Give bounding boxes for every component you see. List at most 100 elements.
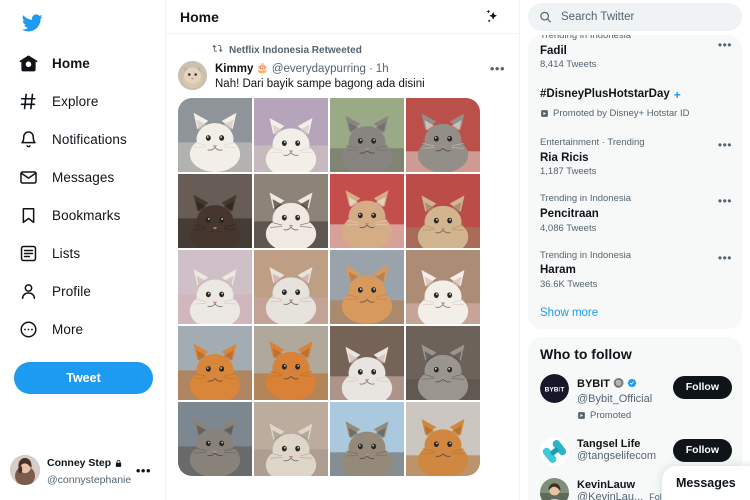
account-name: Tangsel Life (577, 437, 641, 450)
avatar[interactable] (540, 436, 569, 466)
trend-item[interactable]: ••• Trending in Indonesia Haram 36.6K Tw… (528, 243, 742, 299)
trend-name: Haram (540, 264, 576, 277)
more-dots-icon[interactable]: ••• (718, 38, 732, 52)
follow-button[interactable]: Follow (672, 438, 732, 462)
home-icon (18, 53, 38, 73)
tweet-button[interactable]: Tweet (14, 362, 153, 394)
sidebar-item-label: Notifications (52, 131, 127, 147)
photo-thumbnail[interactable] (254, 249, 328, 324)
photo-thumbnail[interactable] (178, 249, 252, 324)
photo-thumbnail[interactable] (406, 325, 480, 400)
messages-dock-label: Messages (676, 476, 736, 490)
photo-thumbnail[interactable] (330, 249, 404, 324)
twitter-bird-icon[interactable] (10, 4, 54, 42)
hashtag-icon (18, 91, 38, 111)
tweet-author-handle[interactable]: @everydaypurring (272, 63, 366, 75)
tweet-meta: Kimmy 🎂 @everydaypurring · 1h ••• (215, 61, 507, 76)
plus-icon: + (673, 87, 681, 102)
more-dots-icon[interactable]: ••• (718, 194, 732, 208)
photo-thumbnail[interactable] (330, 325, 404, 400)
home-timeline-column: Home Netflix Indonesia Retweeted Kimmy 🎂… (165, 0, 520, 500)
photo-thumbnail[interactable] (178, 97, 252, 172)
messages-dock[interactable]: Messages (662, 466, 750, 500)
sidebar-item-home[interactable]: Home (4, 45, 157, 81)
search-input[interactable] (528, 3, 742, 31)
promoted-label: Promoted by Disney+ Hotstar ID (553, 108, 690, 120)
who-to-follow-item[interactable]: BYBIT BYBIT 🔘 @Bybit_Official Promoted F… (528, 368, 742, 431)
photo-thumbnail[interactable] (406, 249, 480, 324)
meta-separator: · (368, 62, 373, 75)
retweet-icon (212, 41, 223, 59)
list-icon (18, 243, 38, 263)
photo-thumbnail[interactable] (178, 401, 252, 476)
photo-thumbnail[interactable] (330, 97, 404, 172)
avatar (10, 455, 40, 486)
trends-show-more-link[interactable]: Show more (528, 299, 742, 329)
sidebar-item-label: Messages (52, 169, 115, 185)
trend-count: 36.6K Tweets (540, 279, 598, 291)
person-icon (18, 281, 38, 301)
photo-thumbnail[interactable] (330, 173, 404, 248)
account-handle: @tangselifecom (577, 449, 657, 462)
right-sidebar: ••• Trending in Indonesia Fadil 8,414 Tw… (520, 0, 750, 500)
photo-thumbnail[interactable] (254, 97, 328, 172)
trend-name: #DisneyPlusHotstarDay (540, 88, 670, 101)
tweet-content: Kimmy 🎂 @everydaypurring · 1h ••• Nah! D… (215, 61, 507, 92)
trend-item[interactable]: ••• Trending in Indonesia Pencitraan 4,0… (528, 186, 742, 242)
retweet-context: Netflix Indonesia Retweeted (212, 41, 507, 59)
account-switcher[interactable]: Conney Stepha... @connystephanie ••• (4, 449, 159, 492)
photo-thumbnail[interactable] (406, 173, 480, 248)
left-sidebar: Home Explore Notifications Messages Book… (0, 0, 165, 500)
page-title: Home (180, 8, 219, 25)
avatar[interactable]: BYBIT (540, 373, 569, 403)
bell-icon (18, 129, 38, 149)
follow-button[interactable]: Follow (672, 375, 732, 399)
more-dots-icon[interactable]: ••• (718, 138, 732, 152)
tweet-timestamp[interactable]: 1h (376, 63, 389, 75)
sidebar-item-notifications[interactable]: Notifications (4, 121, 157, 157)
photo-thumbnail[interactable] (178, 325, 252, 400)
photo-thumbnail[interactable] (254, 173, 328, 248)
trend-item[interactable]: #DisneyPlusHotstarDay + Promoted by Disn… (528, 79, 742, 130)
sidebar-item-profile[interactable]: Profile (4, 273, 157, 309)
more-dots-icon[interactable]: ••• (718, 251, 732, 265)
svg-text:BYBIT: BYBIT (545, 386, 565, 393)
photo-thumbnail[interactable] (406, 97, 480, 172)
account-handle: @Bybit_Official (577, 392, 653, 405)
more-dots-icon[interactable]: ••• (488, 61, 507, 76)
search-container (528, 3, 742, 31)
sparkles-icon[interactable] (479, 4, 505, 30)
timeline-header: Home (166, 0, 519, 34)
trend-count: 8,414 Tweets (540, 59, 597, 71)
photo-thumbnail[interactable] (330, 401, 404, 476)
promoted-badge-icon (577, 407, 586, 425)
sidebar-item-messages[interactable]: Messages (4, 159, 157, 195)
promoted-badge-icon (540, 105, 549, 123)
trend-item[interactable]: ••• Trending in Indonesia Fadil 8,414 Tw… (528, 35, 742, 79)
account-handle: @connystephanie (47, 473, 132, 486)
tweet[interactable]: Netflix Indonesia Retweeted Kimmy 🎂 @eve… (166, 34, 519, 476)
trend-item[interactable]: ••• Entertainment · Trending Ria Ricis 1… (528, 130, 742, 186)
sidebar-item-lists[interactable]: Lists (4, 235, 157, 271)
trend-count: 1,187 Tweets (540, 166, 597, 178)
account-emoji-icon: 🔘 (613, 378, 625, 389)
sidebar-item-explore[interactable]: Explore (4, 83, 157, 119)
sidebar-item-more[interactable]: More (4, 311, 157, 347)
photo-thumbnail[interactable] (254, 325, 328, 400)
photo-thumbnail[interactable] (254, 401, 328, 476)
more-dots-icon[interactable]: ••• (136, 463, 153, 478)
tweet-photo-grid[interactable] (178, 97, 480, 476)
who-to-follow-info: BYBIT 🔘 @Bybit_Official Promoted (577, 374, 665, 425)
sidebar-item-label: More (52, 321, 84, 337)
avatar[interactable] (540, 477, 569, 500)
more-circle-icon (18, 319, 38, 339)
envelope-icon (18, 167, 38, 187)
who-to-follow-info: KevinLauw @KevinLau... Follows you (577, 478, 697, 500)
tweet-author-name[interactable]: Kimmy (215, 63, 253, 75)
sidebar-item-bookmarks[interactable]: Bookmarks (4, 197, 157, 233)
tweet-author-avatar[interactable] (178, 61, 207, 90)
photo-thumbnail[interactable] (178, 173, 252, 248)
primary-navigation: Home Explore Notifications Messages Book… (0, 44, 165, 348)
photo-thumbnail[interactable] (406, 401, 480, 476)
verified-badge-icon (627, 375, 637, 393)
